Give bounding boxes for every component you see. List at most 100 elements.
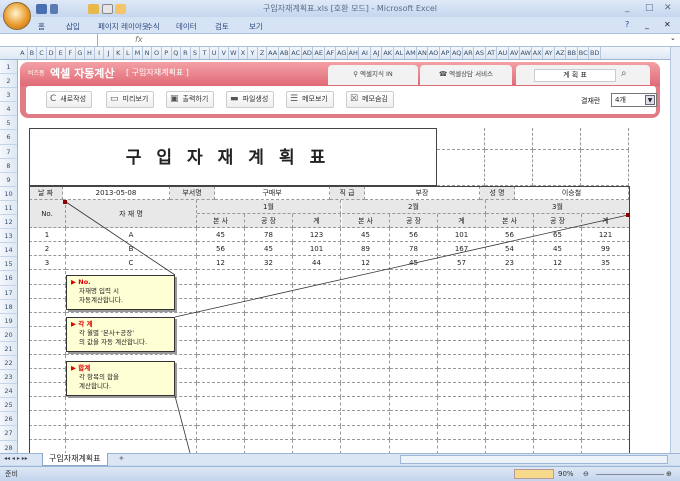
- row-header[interactable]: 21: [0, 342, 17, 356]
- row-header[interactable]: 28: [0, 441, 17, 453]
- column-header[interactable]: AZ: [555, 47, 567, 59]
- column-header[interactable]: AK: [382, 47, 394, 59]
- column-header[interactable]: C: [37, 47, 47, 59]
- column-header[interactable]: U: [210, 47, 220, 59]
- column-header[interactable]: AQ: [451, 47, 463, 59]
- column-header[interactable]: X: [239, 47, 249, 59]
- expand-formula-icon[interactable]: ⌄: [670, 34, 676, 42]
- column-header[interactable]: AC: [290, 47, 302, 59]
- ribbon-tab[interactable]: 검토: [215, 21, 229, 32]
- column-header[interactable]: Y: [248, 47, 258, 59]
- ribbon-close[interactable]: ✕: [664, 20, 671, 29]
- column-header[interactable]: AS: [474, 47, 486, 59]
- column-header[interactable]: K: [114, 47, 124, 59]
- column-header[interactable]: AN: [417, 47, 429, 59]
- column-header[interactable]: Q: [172, 47, 182, 59]
- column-header[interactable]: S: [191, 47, 201, 59]
- column-header[interactable]: AI: [359, 47, 371, 59]
- column-header[interactable]: AD: [302, 47, 314, 59]
- column-header[interactable]: AM: [405, 47, 417, 59]
- row-header[interactable]: 1: [0, 60, 17, 75]
- column-header[interactable]: Z: [258, 47, 268, 59]
- column-header[interactable]: BB: [566, 47, 578, 59]
- column-header[interactable]: AY: [543, 47, 555, 59]
- column-header[interactable]: M: [133, 47, 143, 59]
- row-header[interactable]: 27: [0, 426, 17, 441]
- zoom-out-icon[interactable]: ⊖: [583, 467, 589, 481]
- row-header[interactable]: 13: [0, 229, 17, 244]
- row-header[interactable]: 23: [0, 370, 17, 385]
- close-button[interactable]: ✕: [664, 3, 672, 13]
- column-header[interactable]: BC: [578, 47, 590, 59]
- row-header[interactable]: 8: [0, 159, 17, 173]
- column-header[interactable]: H: [85, 47, 95, 59]
- zoom-slider[interactable]: [596, 474, 664, 475]
- ribbon-minimize[interactable]: _: [645, 20, 649, 29]
- column-header[interactable]: L: [124, 47, 134, 59]
- row-header[interactable]: 7: [0, 145, 17, 159]
- row-header[interactable]: 9: [0, 173, 17, 187]
- column-header[interactable]: AW: [520, 47, 532, 59]
- ribbon-tab[interactable]: 보기: [249, 21, 263, 32]
- ribbon-tab[interactable]: 데이터: [176, 21, 197, 32]
- open-icon[interactable]: [88, 4, 99, 14]
- insert-sheet-icon[interactable]: ✦: [118, 454, 125, 463]
- row-header[interactable]: 4: [0, 102, 17, 117]
- zoom-in-icon[interactable]: ⊕: [666, 467, 672, 481]
- row-header[interactable]: 24: [0, 384, 17, 399]
- ribbon-tab[interactable]: 삽입: [66, 21, 80, 32]
- column-header[interactable]: O: [152, 47, 162, 59]
- column-header[interactable]: AV: [509, 47, 521, 59]
- row-header[interactable]: 10: [0, 187, 17, 201]
- column-header[interactable]: D: [47, 47, 57, 59]
- row-header[interactable]: 12: [0, 215, 17, 230]
- column-header[interactable]: AU: [497, 47, 509, 59]
- column-header[interactable]: AP: [440, 47, 452, 59]
- column-header[interactable]: J: [104, 47, 114, 59]
- row-header[interactable]: 3: [0, 88, 17, 103]
- ribbon-tab[interactable]: 페이지 레이아웃: [98, 21, 149, 32]
- print-preview-icon[interactable]: [102, 4, 113, 14]
- row-header[interactable]: 19: [0, 314, 17, 328]
- column-header[interactable]: A: [18, 47, 28, 59]
- column-header[interactable]: AB: [279, 47, 291, 59]
- undo-icon[interactable]: [50, 4, 58, 14]
- maximize-button[interactable]: □: [645, 3, 654, 13]
- column-header[interactable]: AF: [325, 47, 337, 59]
- sheet-tab-active[interactable]: 구입자재계획표: [42, 453, 108, 466]
- column-header[interactable]: AT: [486, 47, 498, 59]
- row-header[interactable]: 16: [0, 271, 17, 286]
- column-header[interactable]: AX: [532, 47, 544, 59]
- row-header[interactable]: 11: [0, 201, 17, 216]
- row-header[interactable]: 25: [0, 398, 17, 413]
- column-header[interactable]: AJ: [371, 47, 383, 59]
- horizontal-scrollbar[interactable]: [400, 455, 668, 464]
- row-header[interactable]: 17: [0, 286, 17, 300]
- column-header[interactable]: V: [219, 47, 230, 59]
- help-icon[interactable]: ?: [625, 20, 629, 29]
- vertical-scrollbar[interactable]: [670, 47, 680, 453]
- row-header[interactable]: 26: [0, 412, 17, 427]
- name-box[interactable]: [0, 34, 98, 46]
- ribbon-tab[interactable]: 수식: [146, 21, 160, 32]
- row-header[interactable]: 22: [0, 356, 17, 371]
- column-header[interactable]: BD: [589, 47, 601, 59]
- row-header[interactable]: 5: [0, 116, 17, 131]
- column-header[interactable]: AL: [394, 47, 406, 59]
- column-header[interactable]: N: [143, 47, 153, 59]
- column-header[interactable]: AR: [463, 47, 475, 59]
- view-buttons[interactable]: [514, 469, 554, 479]
- minimize-button[interactable]: _: [625, 3, 630, 13]
- column-header[interactable]: R: [181, 47, 191, 59]
- row-header[interactable]: 15: [0, 257, 17, 272]
- column-header[interactable]: I: [95, 47, 105, 59]
- sheet-nav-icon[interactable]: ◂◂ ◂ ▸ ▸▸: [4, 455, 28, 462]
- fx-icon[interactable]: fx: [135, 35, 143, 44]
- office-button[interactable]: [3, 2, 31, 30]
- worksheet[interactable]: 비즈폼 엑셀 자동계산 [ 구입자재계획표 ] ⚲ 엑셀지식 IN ☎ 엑셀상담…: [18, 60, 670, 453]
- select-icon[interactable]: [115, 4, 126, 14]
- column-header[interactable]: W: [229, 47, 239, 59]
- row-header[interactable]: 18: [0, 300, 17, 314]
- column-header[interactable]: AA: [267, 47, 279, 59]
- row-header[interactable]: 6: [0, 130, 17, 145]
